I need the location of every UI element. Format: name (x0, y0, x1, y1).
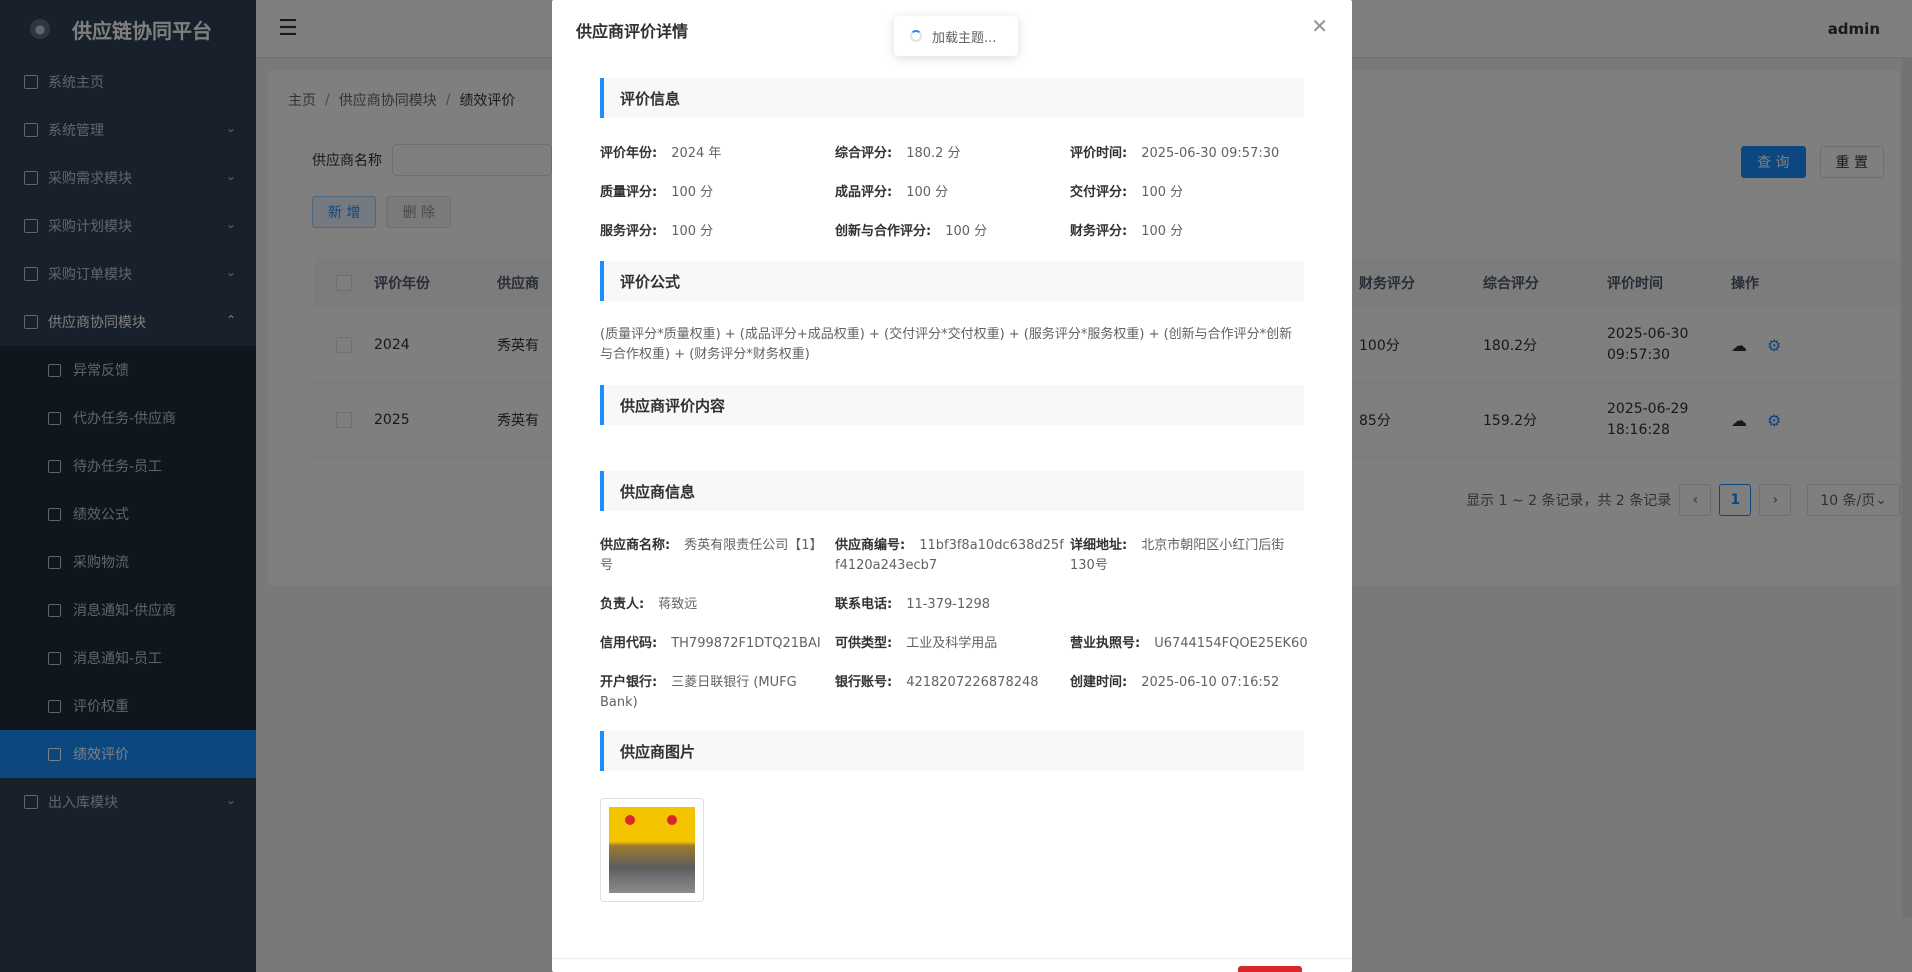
field-product: 成品评分: 100 分 (835, 183, 948, 203)
field-label: 交付评分: (1070, 185, 1128, 200)
field-label: 负责人: (600, 597, 645, 612)
section-content: 供应商评价内容 (600, 385, 1304, 425)
field-value: 100 分 (671, 224, 714, 239)
toast-text: 加载主题... (932, 30, 997, 46)
close-icon[interactable]: ✕ (1311, 14, 1328, 38)
field-value: 100 分 (1141, 185, 1184, 200)
field-innovation: 创新与合作评分: 100 分 (835, 222, 987, 242)
field-phone: 联系电话: 11-379-1298 (835, 595, 990, 615)
field-label: 银行账号: (835, 675, 893, 690)
field-label: 供应商名称: (600, 538, 671, 553)
formula-text: (质量评分*质量权重) + (成品评分+成品权重) + (交付评分*交付权重) … (600, 327, 1293, 362)
field-label: 质量评分: (600, 185, 658, 200)
section-formula: 评价公式 (600, 261, 1304, 301)
field-value: 180.2 分 (906, 146, 961, 161)
field-label: 评价时间: (1070, 146, 1128, 161)
field-owner: 负责人: 蒋致远 (600, 595, 697, 615)
field-label: 信用代码: (600, 636, 658, 651)
field-account: 银行账号: 4218207226878248 (835, 673, 1039, 693)
field-value: TH799872F1DTQ21BAI (671, 636, 821, 651)
field-label: 财务评分: (1070, 224, 1128, 239)
field-label: 创建时间: (1070, 675, 1128, 690)
field-label: 供应商编号: (835, 538, 906, 553)
field-label: 可供类型: (835, 636, 893, 651)
field-label: 营业执照号: (1070, 636, 1141, 651)
field-value: 4218207226878248 (906, 675, 1039, 690)
dialog-title: 供应商评价详情 (576, 22, 689, 41)
section-eval: 评价信息 (600, 78, 1304, 118)
field-bank: 开户银行: 三菱日联银行 (MUFG Bank) (600, 673, 830, 713)
field-credit: 信用代码: TH799872F1DTQ21BAI (600, 634, 821, 654)
field-supplier-code: 供应商编号: 11bf3f8a10dc638d25ff4120a243ecb7 (835, 536, 1065, 576)
field-value: 蒋致远 (658, 597, 698, 612)
section-image: 供应商图片 (600, 731, 1304, 771)
field-value: 工业及科学用品 (906, 636, 998, 651)
dialog-footer-divider (552, 958, 1352, 959)
spinner-icon (910, 30, 922, 42)
field-label: 联系电话: (835, 597, 893, 612)
field-value: 2025-06-30 09:57:30 (1141, 146, 1280, 161)
field-value: 100 分 (1141, 224, 1184, 239)
field-time: 评价时间: 2025-06-30 09:57:30 (1070, 144, 1279, 164)
field-value: 100 分 (671, 185, 714, 200)
field-service: 服务评分: 100 分 (600, 222, 713, 242)
field-label: 服务评分: (600, 224, 658, 239)
field-label: 详细地址: (1070, 538, 1128, 553)
field-delivery: 交付评分: 100 分 (1070, 183, 1183, 203)
supplier-image-thumbnail[interactable] (600, 798, 704, 902)
field-created: 创建时间: 2025-06-10 07:16:52 (1070, 673, 1279, 693)
field-value: 100 分 (945, 224, 988, 239)
field-address: 详细地址: 北京市朝阳区小红门后街130号 (1070, 536, 1304, 576)
field-label: 成品评分: (835, 185, 893, 200)
field-value: 11-379-1298 (906, 597, 991, 612)
field-finance: 财务评分: 100 分 (1070, 222, 1183, 242)
field-value: 100 分 (906, 185, 949, 200)
lantern-shape (667, 815, 677, 825)
field-label: 开户银行: (600, 675, 658, 690)
loading-toast: 加载主题... (894, 16, 1018, 56)
field-value: 2025-06-10 07:16:52 (1141, 675, 1280, 690)
field-label: 综合评分: (835, 146, 893, 161)
lantern-shape (625, 815, 635, 825)
field-quality: 质量评分: 100 分 (600, 183, 713, 203)
field-license: 营业执照号: U6744154FQOE25EK60 (1070, 634, 1308, 654)
supplier-photo (609, 807, 695, 893)
field-label: 评价年份: (600, 146, 658, 161)
field-value: 2024 年 (671, 146, 722, 161)
field-label: 创新与合作评分: (835, 224, 932, 239)
field-supplier-name: 供应商名称: 秀英有限责任公司【1】号 (600, 536, 830, 576)
section-supplier: 供应商信息 (600, 471, 1304, 511)
field-value: U6744154FQOE25EK60 (1154, 636, 1308, 651)
dialog-footer-button[interactable] (1238, 966, 1302, 972)
field-type: 可供类型: 工业及科学用品 (835, 634, 997, 654)
detail-dialog: 供应商评价详情 ✕ 评价信息 评价年份: 2024 年 综合评分: 180.2 分 … (552, 0, 1352, 972)
field-total: 综合评分: 180.2 分 (835, 144, 961, 164)
field-year: 评价年份: 2024 年 (600, 144, 721, 164)
